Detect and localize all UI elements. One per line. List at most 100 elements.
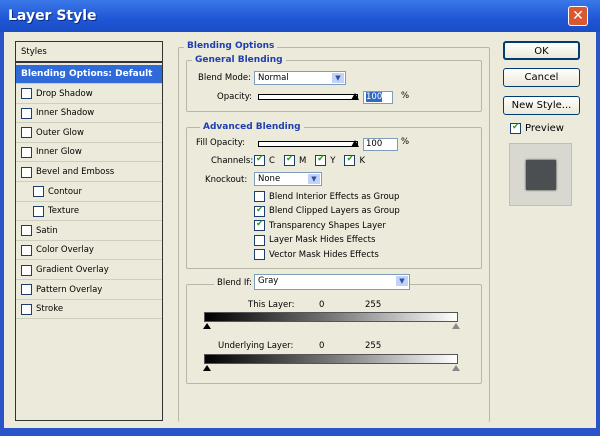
channel-label: M — [298, 155, 307, 166]
style-item-color-overlay[interactable]: Color Overlay — [16, 241, 162, 261]
style-checkbox[interactable] — [21, 284, 32, 296]
checkbox[interactable] — [254, 249, 265, 260]
style-item-inner-glow[interactable]: Inner Glow — [16, 143, 162, 163]
underlying-layer-black-slider[interactable] — [203, 365, 211, 371]
this-layer-gradient — [204, 312, 458, 322]
style-checkbox[interactable] — [21, 264, 32, 276]
underlying-layer-label: Underlying Layer: — [218, 341, 294, 351]
blend-if-label: Blend If: — [214, 278, 255, 288]
style-item-label: Contour — [48, 186, 82, 197]
blend-if-select[interactable]: Gray ▼ — [254, 274, 410, 290]
preview-swatch — [509, 143, 572, 206]
underlying-layer-max: 255 — [365, 341, 382, 351]
styles-list: Styles Blending Options: Default Drop Sha… — [15, 41, 163, 421]
option-blend-clipped-layers-as-group[interactable]: Blend Clipped Layers as Group — [254, 205, 400, 218]
chevron-down-icon: ▼ — [396, 276, 408, 286]
channel-y-checkbox[interactable]: Y — [315, 154, 335, 166]
checkbox[interactable] — [254, 205, 265, 217]
chevron-down-icon: ▼ — [332, 73, 344, 83]
style-checkbox[interactable] — [21, 146, 32, 158]
blending-options-panel: Blending Options General Blending Blend … — [178, 41, 491, 422]
style-item-label: Color Overlay — [36, 245, 94, 256]
style-item-label: Blending Options: Default — [21, 69, 153, 79]
option-layer-mask-hides-effects[interactable]: Layer Mask Hides Effects — [254, 234, 375, 247]
channel-label: K — [359, 155, 366, 166]
style-checkbox[interactable] — [21, 225, 32, 237]
style-checkbox[interactable] — [21, 166, 32, 178]
style-item-texture[interactable]: Texture — [16, 202, 162, 222]
blend-mode-value: Normal — [258, 73, 289, 83]
checkbox[interactable] — [344, 154, 356, 166]
channel-label: C — [269, 155, 275, 166]
channel-m-checkbox[interactable]: M — [283, 154, 307, 166]
checkbox[interactable] — [315, 154, 327, 166]
style-item-label: Bevel and Emboss — [36, 167, 115, 177]
preview-checkbox[interactable]: Preview — [510, 122, 564, 134]
style-checkbox[interactable] — [21, 244, 32, 256]
underlying-layer-min: 0 — [319, 341, 325, 351]
knockout-label: Knockout: — [205, 175, 248, 185]
style-item-inner-shadow[interactable]: Inner Shadow — [16, 104, 162, 124]
option-label: Vector Mask Hides Effects — [269, 249, 379, 260]
underlying-layer-white-slider[interactable] — [452, 365, 460, 371]
style-checkbox[interactable] — [33, 186, 44, 198]
style-item-bevel-and-emboss[interactable]: Bevel and Emboss — [16, 163, 162, 182]
channel-c-checkbox[interactable]: C — [254, 154, 275, 166]
new-style-button[interactable]: New Style... — [503, 96, 580, 115]
ok-button[interactable]: OK — [503, 41, 580, 60]
checkbox[interactable] — [254, 191, 265, 202]
checkbox[interactable] — [254, 219, 265, 231]
style-item-stroke[interactable]: Stroke — [16, 300, 162, 320]
fill-opacity-slider[interactable] — [258, 140, 359, 147]
knockout-value: None — [258, 174, 281, 184]
style-item-gradient-overlay[interactable]: Gradient Overlay — [16, 261, 162, 280]
fill-opacity-slider-thumb[interactable] — [351, 140, 359, 147]
style-checkbox[interactable] — [21, 303, 32, 315]
this-layer-white-slider[interactable] — [452, 323, 460, 329]
this-layer-label: This Layer: — [248, 300, 295, 310]
style-item-label: Outer Glow — [36, 127, 84, 138]
knockout-select[interactable]: None ▼ — [254, 172, 322, 186]
style-item-drop-shadow[interactable]: Drop Shadow — [16, 85, 162, 104]
blend-mode-label: Blend Mode: — [198, 73, 251, 83]
channel-k-checkbox[interactable]: K — [344, 154, 366, 166]
checkbox[interactable] — [254, 154, 265, 166]
checkbox[interactable] — [283, 154, 295, 166]
style-item-label: Gradient Overlay — [36, 265, 109, 275]
option-transparency-shapes-layer[interactable]: Transparency Shapes Layer — [254, 219, 386, 232]
style-checkbox[interactable] — [21, 88, 32, 100]
style-item-contour[interactable]: Contour — [16, 183, 162, 202]
preview-check[interactable] — [510, 122, 521, 134]
fill-opacity-input[interactable]: 100 — [363, 138, 398, 151]
channels-label: Channels: — [211, 156, 254, 166]
fill-opacity-percent: % — [401, 137, 410, 147]
style-item-satin[interactable]: Satin — [16, 222, 162, 241]
opacity-slider[interactable] — [258, 93, 359, 100]
window-title: Layer Style — [8, 8, 97, 24]
styles-header[interactable]: Styles — [16, 42, 162, 63]
cancel-button[interactable]: Cancel — [503, 68, 580, 87]
style-item-outer-glow[interactable]: Outer Glow — [16, 124, 162, 143]
checkbox[interactable] — [254, 234, 265, 246]
style-item-blending-options-default[interactable]: Blending Options: Default — [16, 65, 162, 84]
this-layer-black-slider[interactable] — [203, 323, 211, 329]
opacity-label: Opacity: — [217, 92, 252, 102]
this-layer-max: 255 — [365, 300, 382, 310]
style-item-label: Pattern Overlay — [36, 284, 103, 295]
fill-opacity-label: Fill Opacity: — [196, 138, 245, 148]
style-checkbox[interactable] — [33, 205, 44, 217]
opacity-input[interactable]: 100 — [363, 91, 393, 104]
option-blend-interior-effects-as-group[interactable]: Blend Interior Effects as Group — [254, 190, 399, 203]
blending-options-title: Blending Options — [184, 41, 278, 51]
style-item-label: Satin — [36, 225, 58, 236]
style-checkbox[interactable] — [21, 127, 32, 139]
option-vector-mask-hides-effects[interactable]: Vector Mask Hides Effects — [254, 248, 379, 261]
opacity-percent: % — [401, 91, 410, 101]
style-item-label: Stroke — [36, 304, 64, 315]
opacity-slider-thumb[interactable] — [351, 93, 359, 100]
style-item-pattern-overlay[interactable]: Pattern Overlay — [16, 281, 162, 300]
advanced-blending-title: Advanced Blending — [200, 122, 304, 132]
blend-mode-select[interactable]: Normal ▼ — [254, 71, 346, 85]
style-checkbox[interactable] — [21, 107, 32, 119]
close-button[interactable]: ✕ — [568, 6, 588, 26]
